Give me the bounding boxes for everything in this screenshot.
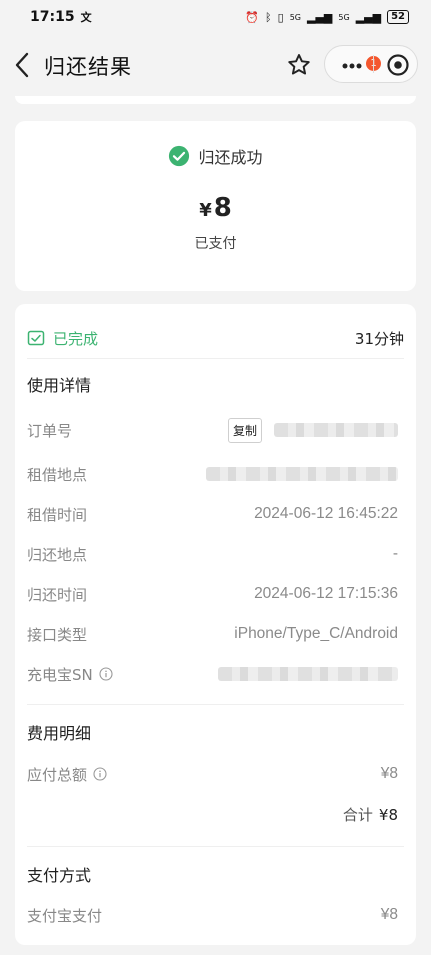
battery-icon: 52 — [387, 10, 409, 24]
info-icon[interactable] — [99, 667, 113, 681]
total-value: ¥8 — [378, 806, 398, 824]
target-icon — [387, 54, 409, 76]
star-icon — [288, 54, 310, 75]
payment-method-row: 支付宝支付 ¥8 — [27, 903, 398, 927]
payable-row: 应付总额 ¥8 — [27, 762, 398, 786]
payment-method-label: 支付宝支付 — [27, 906, 103, 925]
previous-card-edge — [15, 96, 416, 104]
result-card: 归还成功 ¥8 已支付 — [15, 121, 416, 291]
total-label: 合计 — [342, 806, 373, 824]
return-time-value: 2024-06-12 17:15:36 — [254, 585, 398, 602]
return-time-label: 归还时间 — [27, 585, 88, 604]
paid-amount: ¥8 — [15, 193, 416, 223]
usage-section-title: 使用详情 — [27, 376, 92, 395]
bluetooth-icon: ᛒ — [265, 10, 272, 24]
close-mini-program-button[interactable] — [386, 53, 410, 77]
payment-method-value: ¥8 — [380, 906, 398, 923]
return-location-label: 归还地点 — [27, 545, 88, 564]
signal-icon: ▂▄▆ — [307, 10, 333, 24]
order-number-row: 订单号 复制 — [27, 417, 398, 443]
back-button[interactable] — [8, 50, 36, 80]
completed-icon — [27, 330, 45, 346]
mini-program-capsule: 1 — [324, 45, 418, 83]
total-row: 合计 ¥8 — [343, 804, 398, 825]
rent-location-value-redacted — [206, 467, 398, 481]
vibrate-icon: ▯ — [277, 10, 284, 24]
amount-value: 8 — [213, 193, 232, 223]
capsule-divider — [373, 55, 374, 73]
currency-symbol: ¥ — [199, 200, 212, 221]
return-location-row: 归还地点 - — [27, 542, 398, 566]
connector-type-row: 接口类型 iPhone/Type_C/Android — [27, 622, 398, 646]
rent-time-row: 租借时间 2024-06-12 16:45:22 — [27, 502, 398, 526]
rent-location-label: 租借地点 — [27, 465, 88, 484]
success-row: 归还成功 — [15, 144, 416, 168]
return-time-row: 归还时间 2024-06-12 17:15:36 — [27, 582, 398, 606]
status-bar: 17:15 文 ⏰ ᛒ ▯ 5G ▂▄▆ 5G ▂▄▆ 52 — [0, 0, 431, 34]
power-bank-sn-value-redacted — [218, 667, 398, 681]
more-button[interactable]: 1 — [339, 53, 381, 75]
rent-time-label: 租借时间 — [27, 505, 88, 524]
section-divider — [27, 846, 404, 847]
power-bank-sn-label: 充电宝SN — [27, 665, 93, 684]
payment-section-title: 支付方式 — [27, 866, 92, 885]
success-text: 归还成功 — [198, 148, 263, 167]
rent-time-value: 2024-06-12 16:45:22 — [254, 505, 398, 522]
signal-label: 5G — [289, 12, 301, 22]
order-status: 已完成 — [53, 329, 99, 348]
copy-button[interactable]: 复制 — [227, 417, 262, 443]
favorite-button[interactable] — [286, 52, 312, 78]
payable-label: 应付总额 — [27, 765, 88, 784]
nav-bar: 归还结果 1 — [0, 34, 431, 96]
chevron-left-icon — [15, 52, 29, 78]
info-icon[interactable] — [93, 767, 107, 781]
connector-type-value: iPhone/Type_C/Android — [234, 625, 398, 642]
check-circle-icon — [169, 145, 190, 167]
payable-value: ¥8 — [380, 765, 398, 782]
alarm-icon: ⏰ — [245, 10, 260, 24]
fees-section-title: 费用明细 — [27, 724, 92, 743]
detail-card: 已完成 31分钟 使用详情 订单号 复制 租借地点 租借时间 2024-06-1… — [15, 304, 416, 945]
return-location-value: - — [392, 545, 398, 562]
signal-icon-2: ▂▄▆ — [355, 10, 382, 24]
more-dots-icon — [342, 63, 362, 69]
status-time: 17:15 — [30, 9, 75, 25]
notification-icon: 文 — [80, 11, 92, 24]
signal-label-2: 5G — [338, 12, 350, 22]
section-divider — [27, 704, 404, 705]
order-number-label: 订单号 — [27, 421, 73, 440]
rent-location-row: 租借地点 — [27, 462, 398, 486]
order-status-row: 已完成 31分钟 — [27, 318, 404, 359]
order-number-value-redacted — [274, 423, 398, 437]
usage-duration: 31分钟 — [354, 329, 404, 348]
connector-type-label: 接口类型 — [27, 625, 88, 644]
payment-status: 已支付 — [194, 236, 237, 252]
power-bank-sn-row: 充电宝SN — [27, 662, 398, 686]
page-title: 归还结果 — [44, 55, 132, 79]
